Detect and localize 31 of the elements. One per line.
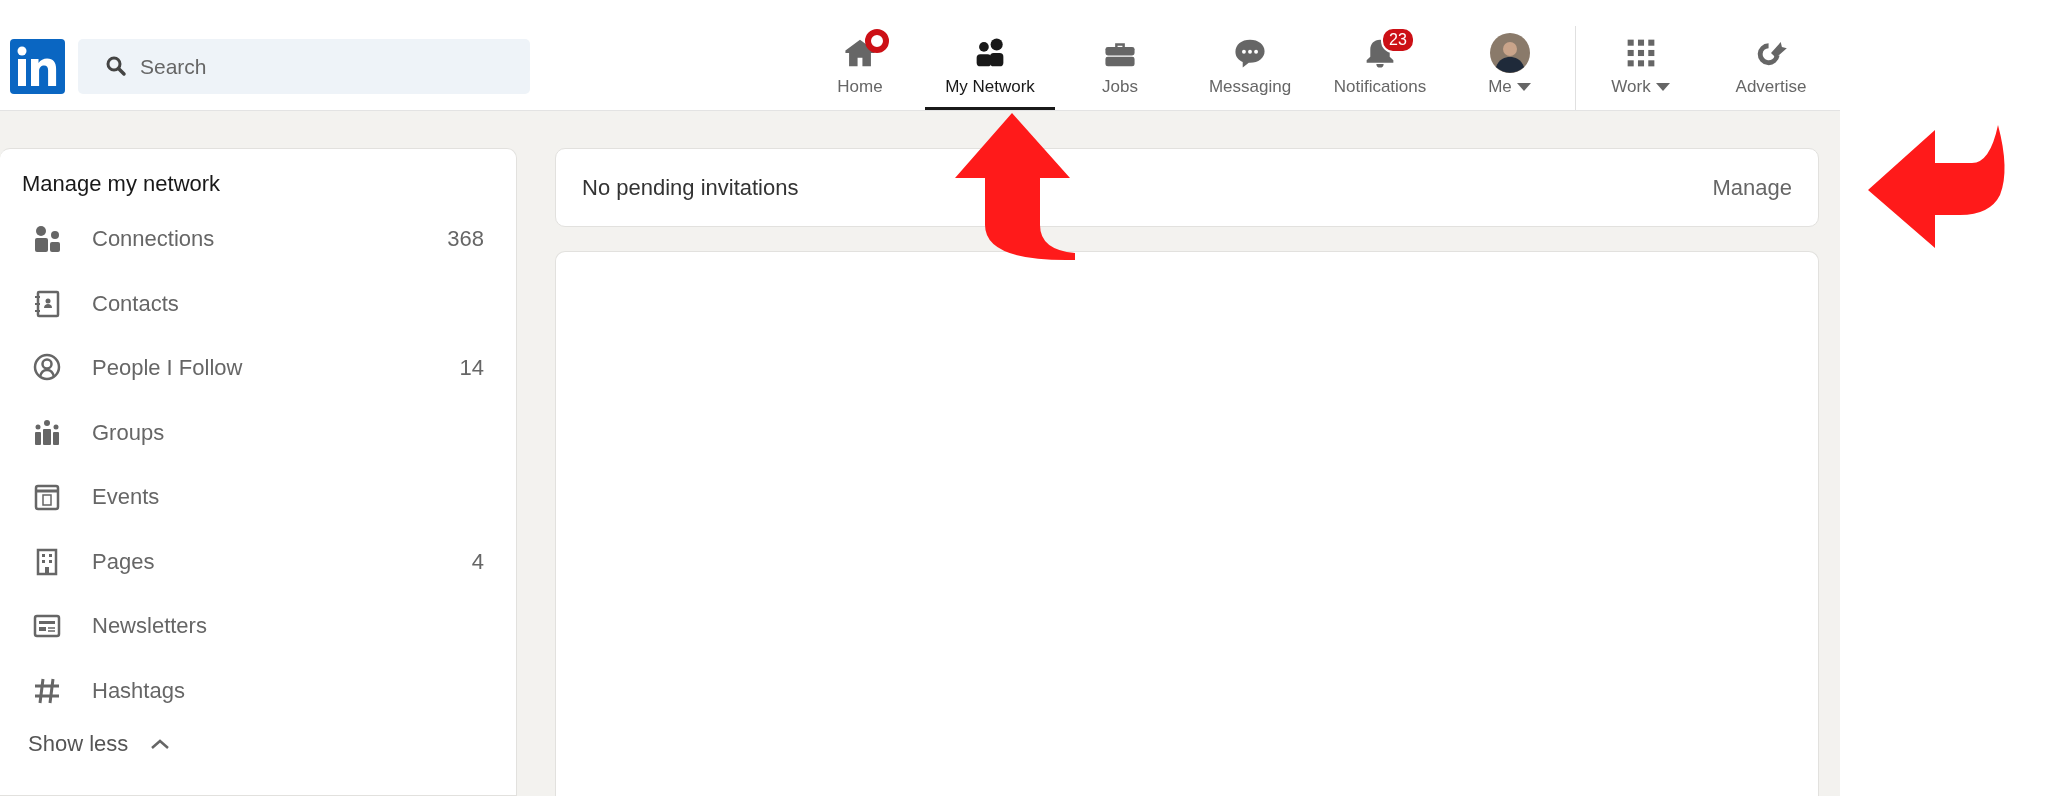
invitations-text: No pending invitations <box>582 174 799 201</box>
address-book-icon <box>32 288 62 319</box>
sidebar-item[interactable]: Connections 368 <box>0 207 516 272</box>
logo-icon[interactable] <box>10 39 65 94</box>
nav-tab[interactable]: Jobs <box>1055 0 1185 110</box>
nav-tab[interactable]: Advertise <box>1706 0 1836 110</box>
sidebar-item[interactable]: Hashtags <box>0 658 516 723</box>
nav-tab[interactable]: 23 Notifications <box>1315 0 1445 110</box>
calendar-icon <box>32 482 62 513</box>
notification-count: 23 <box>1381 27 1415 53</box>
sidebar-item[interactable]: People I Follow 14 <box>0 336 516 401</box>
search-field[interactable]: Search <box>78 39 530 94</box>
count: 4 <box>471 548 484 575</box>
nav-tab[interactable]: Home <box>795 0 925 110</box>
sidebar-title: Manage my network <box>21 171 222 198</box>
chevron-up-icon <box>150 738 171 750</box>
nav-tab[interactable]: Messaging <box>1185 0 1315 110</box>
sidebar-item[interactable]: Pages 4 <box>0 529 516 594</box>
sidebar-item[interactable]: Groups <box>0 400 516 465</box>
people-icon <box>32 224 62 255</box>
manage-link[interactable]: Manage <box>1712 174 1792 201</box>
show-less-button[interactable]: Show less <box>28 731 171 757</box>
count: 14 <box>459 355 484 382</box>
nav-tab[interactable]: Work <box>1576 0 1706 110</box>
group-icon <box>32 417 62 448</box>
nav-tab[interactable]: Me <box>1445 0 1575 110</box>
sidebar-item[interactable]: Contacts <box>0 271 516 336</box>
avatar-icon <box>1490 33 1530 73</box>
count: 368 <box>447 226 484 253</box>
sidebar-item[interactable]: Events <box>0 465 516 530</box>
sidebar-item[interactable]: Newsletters <box>0 594 516 659</box>
